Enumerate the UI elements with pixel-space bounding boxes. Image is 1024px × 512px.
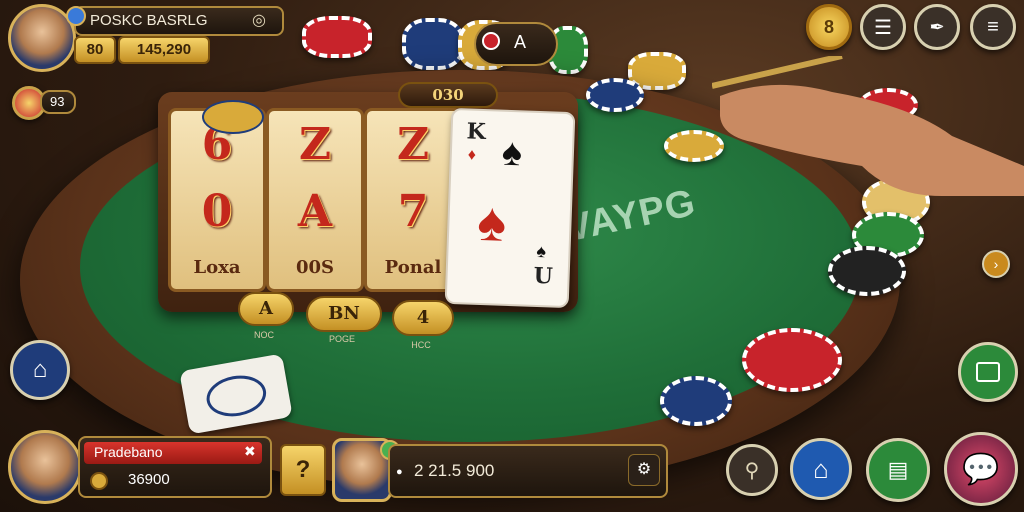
blue-gem-icon [66, 6, 86, 26]
reel-1-bottom-label: Loxa [193, 256, 241, 278]
slot-button-bn[interactable]: BN [306, 296, 382, 332]
jackpot-badge: 030 [398, 82, 498, 108]
bet-amount: 2 21.5 900 [414, 461, 495, 480]
coin-balance: 145,290 [118, 36, 210, 64]
coin-shop-button[interactable]: 8 [806, 4, 852, 50]
next-arrow-button[interactable]: › [982, 250, 1010, 278]
reel-3-top-symbol: Z [396, 118, 430, 170]
bottom-player-panel: Pradebano ✖ 36900 [78, 436, 272, 498]
slot-emblem [202, 100, 264, 134]
card-corner-rank: U [533, 262, 554, 290]
bottom-player-avatar[interactable] [8, 430, 82, 504]
chip-red[interactable] [742, 328, 842, 392]
diamond-suit-icon: ♦ [467, 146, 477, 164]
slot-button-4-caption: HCC [411, 340, 431, 350]
bottom-player-name: Pradebano [94, 444, 163, 460]
help-button[interactable]: ? [280, 444, 326, 496]
chip-icon [90, 472, 108, 490]
bottom-player-chips: 36900 [128, 471, 170, 488]
chat-button[interactable]: 💬 [944, 432, 1018, 506]
gem-counter: 93 [40, 90, 76, 114]
pot-icon-letter: A [514, 32, 527, 52]
chip-stack-red [302, 16, 372, 58]
main-menu-button[interactable]: ≡ [970, 4, 1016, 50]
pot-indicator[interactable]: A [474, 22, 558, 66]
level-badge: 80 [74, 36, 116, 64]
search-button[interactable]: ⚲ [726, 444, 778, 496]
green-action-button[interactable] [958, 342, 1018, 402]
deal-button[interactable]: ▤ [866, 438, 930, 502]
chip-black-stack[interactable] [828, 246, 906, 296]
card-icon [976, 362, 1000, 382]
bet-chip-icon: ● [396, 466, 403, 478]
home-icon: ⌂ [32, 356, 48, 383]
lobby-button[interactable]: ⌂ [790, 438, 852, 500]
list-icon: ☰ [874, 16, 892, 39]
hamburger-icon: ≡ [987, 15, 999, 38]
gem-count: 93 [50, 94, 65, 109]
spade-suit-icon: ♠ [501, 131, 523, 175]
chip-stack-blue [402, 18, 464, 70]
chip-blue[interactable] [586, 78, 644, 112]
reel-2-middle-symbol: A [297, 185, 333, 237]
player-name: POSKC BASRLG [90, 12, 208, 29]
bottom-player-name-bar: Pradebano ✖ [84, 442, 262, 464]
close-icon[interactable]: ✖ [244, 443, 256, 460]
slot-button-a-caption: NOC [254, 330, 274, 340]
reel-3-bottom-label: Ponal [384, 256, 442, 278]
reel-1: 6 0 Loxa [168, 108, 266, 292]
search-icon: ⚲ [744, 459, 760, 482]
playing-card-king-spades[interactable]: K ♦ ♠ ♠ ♠ U [444, 107, 576, 309]
reel-1-middle-symbol: 0 [201, 185, 233, 237]
chevron-right-icon: › [993, 256, 999, 272]
feather-icon: ✒ [929, 16, 945, 37]
chip-navy[interactable] [660, 376, 732, 426]
reel-3-middle-symbol: 7 [397, 185, 429, 237]
spade-suit-icon-small: ♠ [536, 240, 547, 262]
reel-2-top-symbol: Z [298, 118, 332, 170]
home-button[interactable]: ⌂ [10, 340, 70, 400]
bet-panel: ● 2 21.5 900 ⚙ [388, 444, 668, 498]
chat-bubble-icon: 💬 [962, 452, 1000, 486]
slot-button-a[interactable]: A [238, 292, 294, 326]
bet-adjust-button[interactable]: ⚙ [628, 454, 660, 486]
spade-suit-icon-large: ♠ [476, 191, 508, 253]
slot-button-4[interactable]: 4 [392, 300, 454, 336]
dealer-hand [712, 56, 1024, 196]
card-rank: K [466, 118, 487, 146]
reel-2: Z A 00S [266, 108, 364, 292]
cards-icon: ▤ [887, 457, 909, 482]
player-name-bar: POSKC BASRLG ◎ [74, 6, 284, 36]
settings-ring-icon[interactable]: ◎ [252, 10, 266, 30]
house-icon: ⌂ [813, 453, 829, 484]
reel-2-bottom-label: 00S [295, 256, 335, 278]
menu-list-button[interactable]: ☰ [860, 4, 906, 50]
pot-chip-icon [482, 32, 500, 50]
chat-feather-button[interactable]: ✒ [914, 4, 960, 50]
coin-icon: 8 [823, 16, 834, 37]
slot-button-bn-caption: POGE [328, 334, 355, 344]
